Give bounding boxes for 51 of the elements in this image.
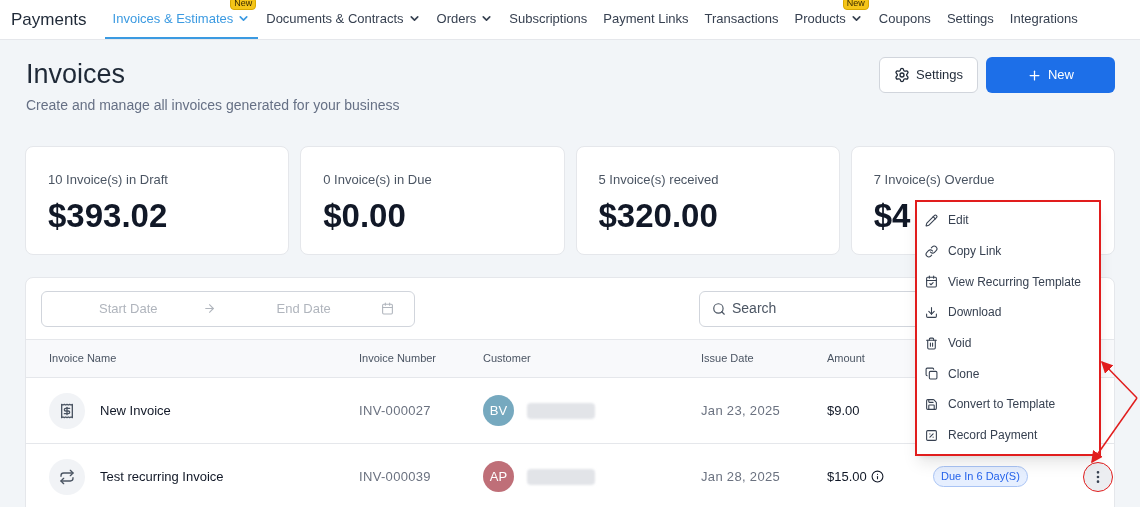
new-badge: New [842, 0, 869, 10]
app-title: Payments [11, 8, 87, 31]
menu-item[interactable]: Download [917, 297, 1099, 328]
invoice-number: INV-000039 [359, 467, 432, 486]
invoice-number: INV-000027 [359, 401, 432, 420]
column-header: Invoice Number [359, 351, 438, 367]
start-date-placeholder: Start Date [99, 299, 158, 318]
menu-item[interactable]: Edit [917, 205, 1099, 236]
new-button[interactable]: New [986, 57, 1115, 93]
column-header: Issue Date [701, 351, 755, 367]
nav-tab[interactable]: Settings [938, 0, 1002, 39]
amount: $15.00 [827, 467, 867, 486]
stat-label: 10 Invoice(s) in Draft [48, 171, 169, 189]
stat-label: 0 Invoice(s) in Due [323, 171, 433, 189]
customer-avatar: BV [483, 395, 514, 426]
column-header: Customer [483, 351, 532, 367]
nav-tab[interactable]: Coupons [870, 0, 939, 39]
status-badge: Due In 6 Day(S) [933, 466, 1028, 487]
nav-tab[interactable]: Transactions [696, 0, 787, 39]
column-header: Invoice Name [49, 351, 118, 367]
new-badge: New [230, 0, 257, 10]
settings-button[interactable]: Settings [879, 57, 978, 93]
end-date-placeholder: End Date [276, 299, 331, 318]
issue-date: Jan 28, 2025 [701, 467, 782, 486]
page-subtitle: Create and manage all invoices generated for your business [26, 96, 400, 115]
issue-date: Jan 23, 2025 [701, 401, 782, 420]
stat-value: $320.00 [598, 195, 718, 236]
nav-tab[interactable]: Documents & Contracts [258, 0, 429, 39]
customer-avatar: AP [483, 461, 514, 492]
nav-tab[interactable]: Invoices & Estimates New [104, 0, 259, 39]
nav-tab[interactable]: Payment Links [595, 0, 697, 39]
invoice-name[interactable]: New Invoice [100, 400, 171, 421]
menu-item[interactable]: Clone [917, 358, 1099, 390]
amount: $9.00 [827, 401, 860, 420]
stat-value: $4 [873, 195, 911, 236]
page-title: Invoices [26, 58, 127, 91]
nav-tab[interactable]: Orders [428, 0, 502, 39]
menu-item[interactable]: Void [917, 327, 1099, 359]
stat-label: 7 Invoice(s) Overdue [873, 171, 996, 189]
column-header: Amount [827, 351, 866, 367]
invoice-name[interactable]: Test recurring Invoice [100, 466, 224, 487]
menu-item[interactable]: Record Payment [917, 419, 1099, 451]
menu-item[interactable]: Convert to Template [917, 389, 1099, 420]
nav-tab[interactable]: Integrations [1001, 0, 1086, 39]
stat-value: $0.00 [323, 195, 406, 236]
stat-label: 5 Invoice(s) received [598, 171, 720, 189]
nav-tab[interactable]: Subscriptions [501, 0, 596, 39]
search-placeholder: Search [732, 299, 777, 318]
stat-value: $393.02 [48, 195, 168, 236]
nav-tab[interactable]: Products New [786, 0, 871, 39]
menu-item[interactable]: Copy Link [917, 235, 1099, 267]
